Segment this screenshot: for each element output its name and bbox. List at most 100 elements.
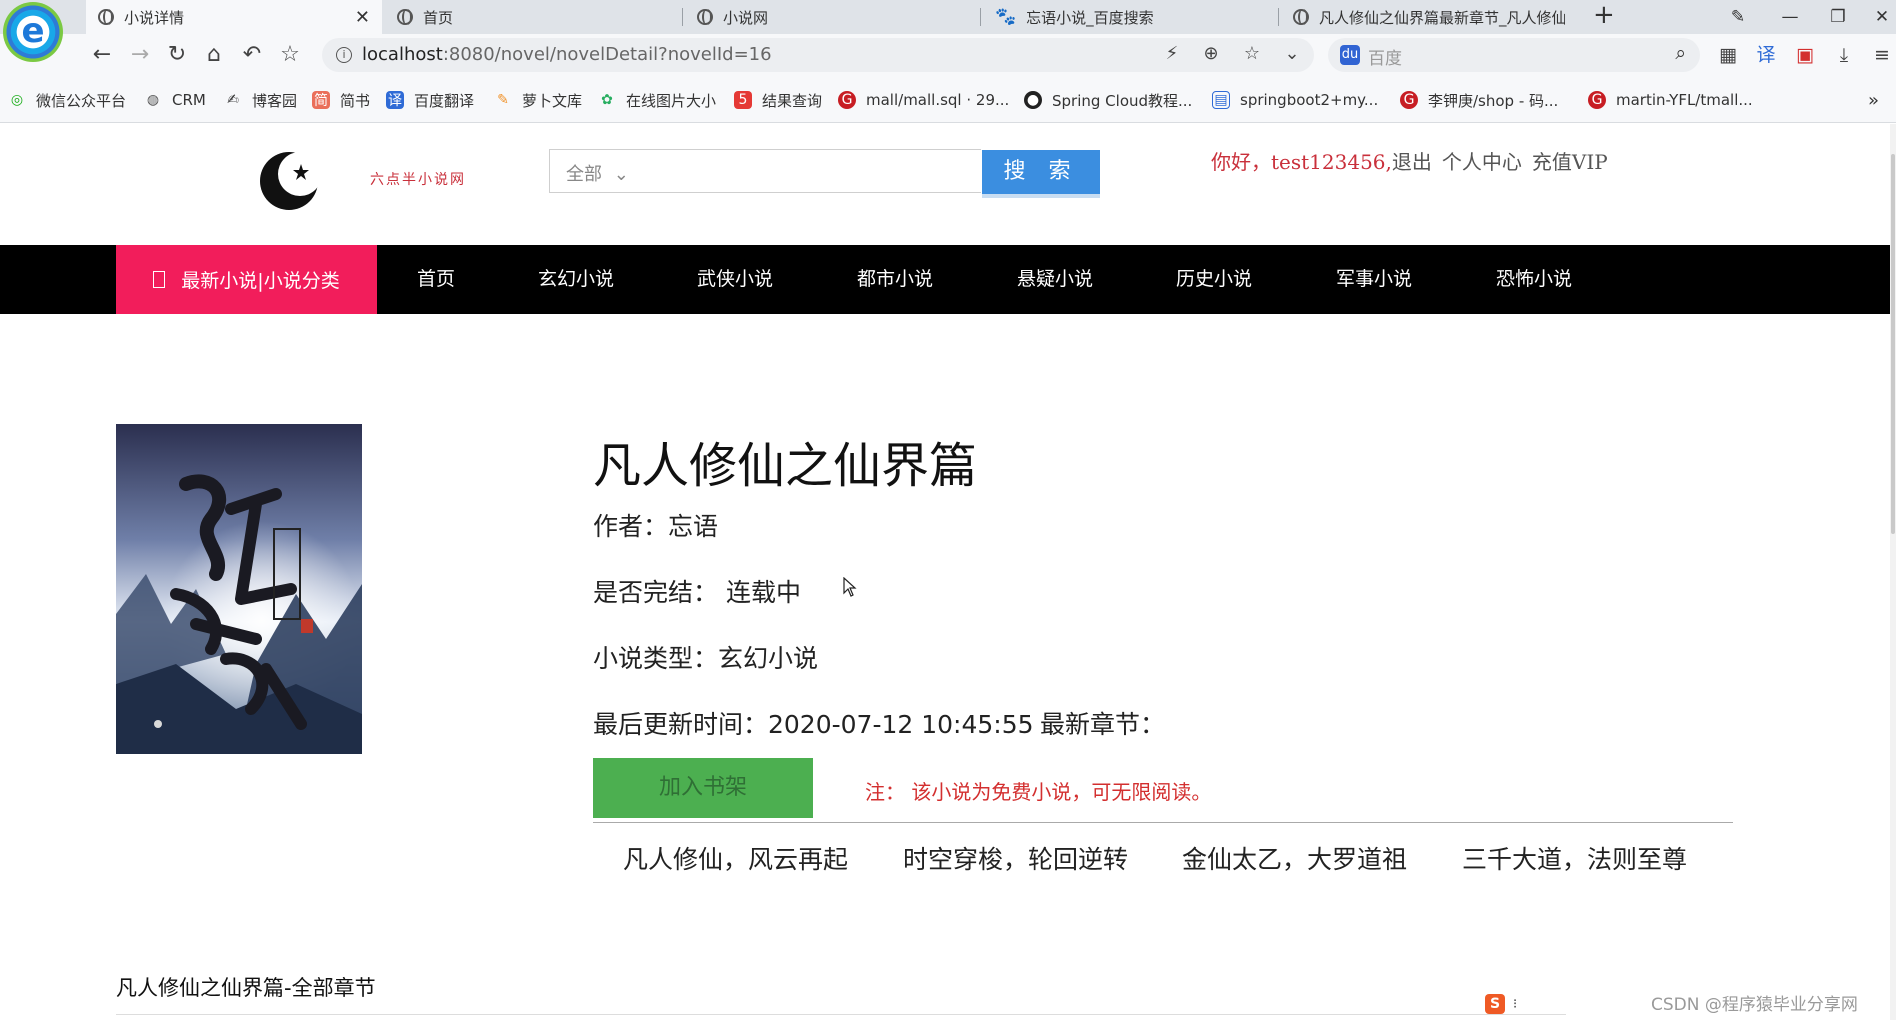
bookmark-label: Spring Cloud教程... — [1052, 91, 1193, 110]
nav-item-military[interactable]: 军事小说 — [1336, 245, 1412, 314]
gitee-icon: G — [1588, 91, 1606, 109]
bookmark-item[interactable]: ✎ 萝卜文库 — [494, 88, 582, 112]
nav-category-label: 最新小说|小说分类 — [181, 270, 340, 292]
search-button[interactable]: 搜 索 — [982, 150, 1100, 198]
menu-icon[interactable]: ≡ — [1868, 41, 1896, 69]
download-icon[interactable]: ⤓ — [1830, 41, 1858, 69]
window-close-button[interactable]: ✕ — [1862, 0, 1896, 34]
grid-icon[interactable]: ▦ — [1714, 41, 1742, 69]
url-text[interactable]: localhost:8080/novel/novelDetail?novelId… — [362, 44, 772, 65]
bookmark-item[interactable]: 译百度翻译 — [386, 88, 474, 112]
page-scrollbar[interactable] — [1890, 124, 1896, 1020]
back-arrow-icon[interactable]: ← — [86, 39, 118, 71]
bookmark-label: 微信公众平台 — [36, 91, 127, 110]
undo-close-icon[interactable]: ↶ — [236, 39, 268, 71]
bookmark-item[interactable]: ● Spring Cloud教程... — [1024, 88, 1192, 112]
bookmarks-overflow-icon[interactable]: » — [1868, 88, 1879, 112]
novel-latest-chapter: 最新章节： — [1040, 710, 1166, 739]
csdn-watermark: CSDN @程序猿毕业分享网 — [1651, 995, 1858, 1015]
nav-item-mystery[interactable]: 悬疑小说 — [1017, 245, 1093, 314]
gitee-icon: G — [1400, 91, 1418, 109]
nav-item-urban[interactable]: 都市小说 — [857, 245, 933, 314]
novel-title: 凡人修仙之仙界篇 — [593, 438, 978, 494]
novel-tag: 三千大道，法则至尊 — [1462, 845, 1688, 874]
new-tab-button[interactable]: + — [1593, 0, 1615, 34]
bookmark-item[interactable]: G 李钾庚/shop - 码... — [1400, 88, 1558, 112]
nav-category-button[interactable]: 最新小说|小说分类 — [116, 245, 377, 314]
search-icon[interactable]: ⌕ — [1675, 42, 1686, 64]
close-icon[interactable]: ✕ — [355, 7, 370, 28]
moon-logo-icon[interactable] — [258, 150, 320, 212]
bookmark-item[interactable]: ▤ springboot2+my... — [1212, 88, 1378, 112]
globe-icon — [98, 9, 114, 25]
novel-status: 是否完结： 连载中 — [593, 578, 801, 607]
divider — [116, 1014, 1566, 1015]
browser-search-input[interactable]: 百度 — [1368, 44, 1402, 69]
nav-item-home[interactable]: 首页 — [417, 245, 455, 314]
home-icon[interactable]: ⌂ — [198, 39, 230, 71]
bookmark-item[interactable]: ✿ 在线图片大小 — [598, 88, 716, 112]
scrollbar-thumb[interactable] — [1891, 154, 1895, 534]
bookmark-item[interactable]: ✍ 博客园 — [224, 88, 297, 112]
bookmark-item[interactable]: Gmall/mall.sql · 29... — [838, 88, 1009, 112]
translate-icon[interactable]: 译 — [1752, 41, 1780, 69]
chevron-down-icon[interactable]: ⌄ — [1280, 43, 1304, 64]
add-to-bookshelf-button[interactable]: 加入书架 — [593, 758, 813, 818]
novel-updated: 最后更新时间：2020-07-12 10:45:55 — [593, 710, 1034, 739]
book-cover-image — [116, 424, 362, 754]
reload-icon[interactable]: ↻ — [161, 39, 193, 71]
forward-arrow-icon[interactable]: → — [124, 39, 156, 71]
pdf-icon[interactable]: ▣ — [1791, 41, 1819, 69]
bookmark-item[interactable]: 简简书 — [312, 88, 370, 112]
site-name[interactable]: 六点半小说网 — [370, 169, 466, 189]
vip-recharge-link[interactable]: 充值VIP — [1532, 150, 1608, 174]
bookmark-item[interactable]: ◎ 微信公众平台 — [8, 88, 126, 112]
info-icon[interactable]: i — [336, 47, 352, 63]
browser-search-box[interactable]: du 百度 ⌕ — [1328, 38, 1700, 72]
bookmark-item[interactable]: Gmartin-YFL/tmall... — [1588, 88, 1753, 112]
bookmark-label: CRM — [172, 91, 206, 109]
five-icon: 5 — [734, 91, 752, 109]
divider — [593, 822, 1733, 823]
nav-item-wuxia[interactable]: 武侠小说 — [697, 245, 773, 314]
user-bar: 你好，test123456,退出 个人中心 充值VIP — [1211, 146, 1608, 175]
search-category-select[interactable]: 全部 ⌄ — [566, 160, 629, 186]
bookmarks-bar: ◎ 微信公众平台 ◍ CRM ✍ 博客园 简简书 译百度翻译 ✎ 萝卜文库 ✿ 在线图片大… — [0, 76, 1896, 123]
novel-author: 作者：忘语 — [593, 512, 719, 541]
user-greeting: 你好，test123456, — [1211, 150, 1392, 174]
carrot-icon: ✎ — [497, 92, 509, 108]
sogou-ime-toolbar[interactable]: S ⁝ — [1485, 994, 1517, 1014]
tab-home[interactable]: 首页 — [385, 0, 681, 34]
minimize-button[interactable]: — — [1770, 0, 1810, 34]
cnblogs-icon: ✍ — [227, 92, 239, 108]
novel-tag: 时空穿梭，轮回逆转 — [903, 845, 1129, 874]
search-category-label: 全部 — [566, 164, 602, 185]
star-icon[interactable]: ☆ — [274, 39, 306, 71]
blog-icon: ▤ — [1212, 91, 1230, 109]
zoom-icon[interactable]: ⊕ — [1199, 43, 1223, 64]
restore-button[interactable]: ❐ — [1818, 0, 1858, 34]
user-center-link[interactable]: 个人中心 — [1442, 150, 1522, 174]
nav-item-horror[interactable]: 恐怖小说 — [1496, 245, 1572, 314]
lightning-icon[interactable]: ⚡ — [1160, 43, 1184, 64]
nav-item-fantasy[interactable]: 玄幻小说 — [538, 245, 614, 314]
bookmark-item[interactable]: ◍ CRM — [144, 88, 206, 112]
tab-title: 小说详情 — [124, 8, 185, 27]
ime-menu-icon: ⁝ — [1513, 996, 1518, 1012]
address-bar[interactable]: i localhost:8080/novel/novelDetail?novel… — [322, 38, 1314, 72]
tab-baidu-search[interactable]: 🐾 忘语小说_百度搜索 — [983, 0, 1279, 34]
notes-icon[interactable]: ✎ — [1718, 0, 1758, 34]
bookmark-item[interactable]: 5 结果查询 — [734, 88, 822, 112]
url-path: :8080/novel/novelDetail?novelId=16 — [442, 44, 772, 65]
bookmark-star-icon[interactable]: ☆ — [1240, 43, 1264, 64]
nav-item-history[interactable]: 历史小说 — [1176, 245, 1252, 314]
site-search-input[interactable]: 全部 ⌄ — [549, 149, 981, 193]
globe-icon — [1293, 9, 1309, 25]
logout-link[interactable]: 退出 — [1392, 150, 1432, 174]
bookmark-label: springboot2+my... — [1240, 91, 1379, 109]
tab-novel-chapters[interactable]: 凡人修仙之仙界篇最新章节_凡人修仙 — [1281, 0, 1577, 34]
tab-novel-site[interactable]: 小说网 — [685, 0, 981, 34]
tab-novel-detail[interactable]: 小说详情 ✕ — [86, 0, 382, 34]
jianshu-icon: 简 — [312, 91, 330, 109]
bookmark-label: 李钾庚/shop - 码... — [1428, 91, 1559, 110]
